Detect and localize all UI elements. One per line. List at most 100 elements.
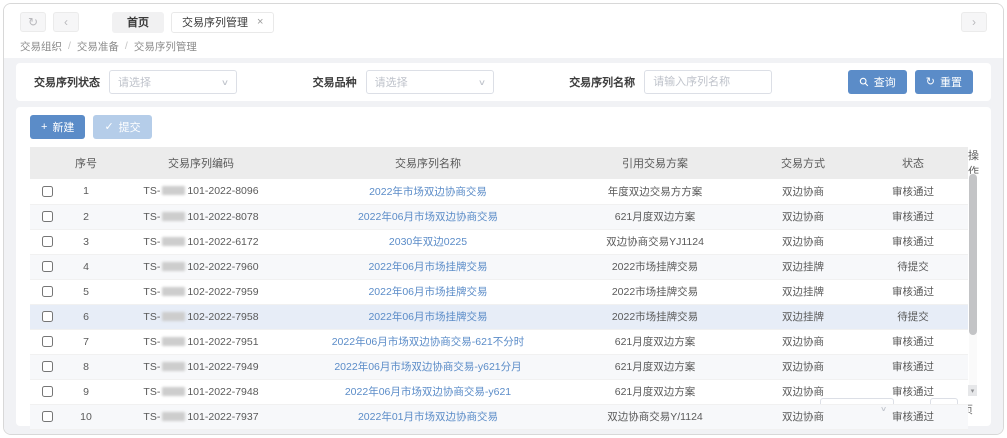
header-checkbox-cell [30,147,64,179]
status-cell: 审核通过 [858,204,968,229]
code-prefix: TS- [143,311,160,323]
sequence-name-input[interactable] [644,70,772,94]
sequence-name-link[interactable]: 2022年06月市场双边协商交易-y621 [294,379,562,404]
row-number-cell: 3 [64,229,108,254]
column-header: 状态 [858,147,968,179]
sequence-code-cell: TS-101-2022-8096 [108,179,294,204]
close-icon[interactable]: × [257,16,263,28]
sequence-name-link[interactable]: 2022年市场双边协商交易 [294,179,562,204]
sequence-name-link[interactable]: 2022年06月市场双边协商交易-y621分月 [294,354,562,379]
status-select[interactable]: 请选择 ∨ [109,70,237,94]
status-cell: 审核通过 [858,229,968,254]
sequence-name-link[interactable]: 2022年06月市场双边协商交易-621不分时 [294,329,562,354]
code-prefix: TS- [143,185,160,197]
row-checkbox[interactable] [42,361,53,372]
back-button[interactable]: ‹ [53,12,79,32]
row-checkbox[interactable] [42,186,53,197]
row-checkbox[interactable] [42,286,53,297]
variety-select[interactable]: 请选择 ∨ [366,70,494,94]
tab-bar: ↻ ‹ 首页 交易序列管理 × › [4,4,1003,34]
plan-cell: 621月度双边方案 [562,379,748,404]
code-prefix: TS- [143,361,160,373]
table-row[interactable]: 1TS-101-2022-80962022年市场双边协商交易年度双边交易方方案双… [30,179,968,204]
table-row[interactable]: 2TS-101-2022-80782022年06月市场双边协商交易621月度双边… [30,204,968,229]
search-button[interactable]: 查询 [848,70,907,94]
new-button[interactable]: + 新建 [30,115,85,139]
status-cell: 待提交 [858,304,968,329]
column-header: 交易序列编码 [108,147,294,179]
row-checkbox[interactable] [42,336,53,347]
filter-buttons: 查询 ↻ 重置 [848,70,973,94]
sequence-name-link[interactable]: 2022年06月市场挂牌交易 [294,304,562,329]
row-checkbox[interactable] [42,386,53,397]
status-cell: 待提交 [858,254,968,279]
tab-current[interactable]: 交易序列管理 × [171,12,274,33]
status-cell: 审核通过 [858,279,968,304]
table-row[interactable]: 10TS-101-2022-79372022年01月市场双边协商交易双边协商交易… [30,404,968,429]
breadcrumb-separator: / [68,40,71,52]
breadcrumb-item[interactable]: 交易组织 [20,39,62,54]
table-row[interactable]: 7TS-101-2022-79512022年06月市场双边协商交易-621不分时… [30,329,968,354]
row-checkbox[interactable] [42,261,53,272]
variety-filter-label: 交易品种 [313,74,357,90]
redacted-code-segment [162,337,185,346]
code-suffix: 101-2022-7951 [187,336,258,348]
breadcrumb-item[interactable]: 交易准备 [77,39,119,54]
row-number-cell: 1 [64,179,108,204]
code-prefix: TS- [143,286,160,298]
row-checkbox[interactable] [42,236,53,247]
sequence-code-cell: TS-102-2022-7958 [108,304,294,329]
filter-status-group: 交易序列状态 请选择 ∨ [34,70,237,94]
sequence-name-link[interactable]: 2022年06月市场双边协商交易 [294,204,562,229]
search-button-label: 查询 [874,74,896,90]
sequence-code-cell: TS-102-2022-7959 [108,279,294,304]
method-cell: 双边协商 [748,404,858,429]
chevron-down-icon: ∨ [221,78,229,87]
sequence-name-link[interactable]: 2022年06月市场挂牌交易 [294,254,562,279]
reset-button[interactable]: ↻ 重置 [915,70,973,94]
table-row[interactable]: 8TS-101-2022-79492022年06月市场双边协商交易-y621分月… [30,354,968,379]
sequence-name-link[interactable]: 2022年06月市场挂牌交易 [294,279,562,304]
page-content: 交易序列状态 请选择 ∨ 交易品种 请选择 ∨ 交易序列名称 [4,58,1003,434]
sequence-code-cell: TS- 101-2022-8078 [108,204,294,229]
table-row[interactable]: 4TS-102-2022-79602022年06月市场挂牌交易2022市场挂牌交… [30,254,968,279]
refresh-button[interactable]: ↻ [20,12,46,32]
filter-panel: 交易序列状态 请选择 ∨ 交易品种 请选择 ∨ 交易序列名称 [16,63,991,101]
code-suffix: 101-2022-7949 [187,361,258,373]
code-prefix: TS- [143,211,160,223]
status-cell: 审核通过 [858,329,968,354]
forward-button[interactable]: › [961,12,987,32]
table-row[interactable]: 3TS-101-2022-61722030年双边0225双边协商交易YJ1124… [30,229,968,254]
breadcrumb-item: 交易序列管理 [134,39,197,54]
tab-home[interactable]: 首页 [112,12,164,33]
scrollbar-down-icon[interactable]: ▾ [968,385,977,396]
submit-button[interactable]: ✓ 提交 [93,115,151,139]
variety-select-placeholder: 请选择 [375,74,408,90]
plan-cell: 621月度双边方案 [562,329,748,354]
scrollbar-thumb[interactable] [969,174,977,335]
row-checkbox[interactable] [42,311,53,322]
method-cell: 双边协商 [748,354,858,379]
status-select-placeholder: 请选择 [118,74,151,90]
table-row[interactable]: 9TS-101-2022-79482022年06月市场双边协商交易-y62162… [30,379,968,404]
table-row[interactable]: 6TS-102-2022-79582022年06月市场挂牌交易2022市场挂牌交… [30,304,968,329]
row-number-cell: 7 [64,329,108,354]
sequence-name-link[interactable]: 2022年01月市场双边协商交易 [294,404,562,429]
code-suffix: 101-2022-7948 [187,386,258,398]
row-checkbox-cell [30,304,64,329]
row-number-cell: 2 [64,204,108,229]
row-checkbox[interactable] [42,211,53,222]
code-suffix: 102-2022-7960 [187,261,258,273]
table-scrollbar[interactable]: ▾ [969,173,977,396]
plan-cell: 2022市场挂牌交易 [562,254,748,279]
table-row[interactable]: 5TS-102-2022-79592022年06月市场挂牌交易2022市场挂牌交… [30,279,968,304]
method-cell: 双边协商 [748,379,858,404]
row-checkbox[interactable] [42,411,53,422]
code-suffix: 101-2022-6172 [187,236,258,248]
method-cell: 双边协商 [748,204,858,229]
column-header: 序号 [64,147,108,179]
status-cell: 审核通过 [858,379,968,404]
code-suffix: 101-2022-8078 [187,211,258,223]
row-checkbox-cell [30,204,64,229]
sequence-name-link[interactable]: 2030年双边0225 [294,229,562,254]
